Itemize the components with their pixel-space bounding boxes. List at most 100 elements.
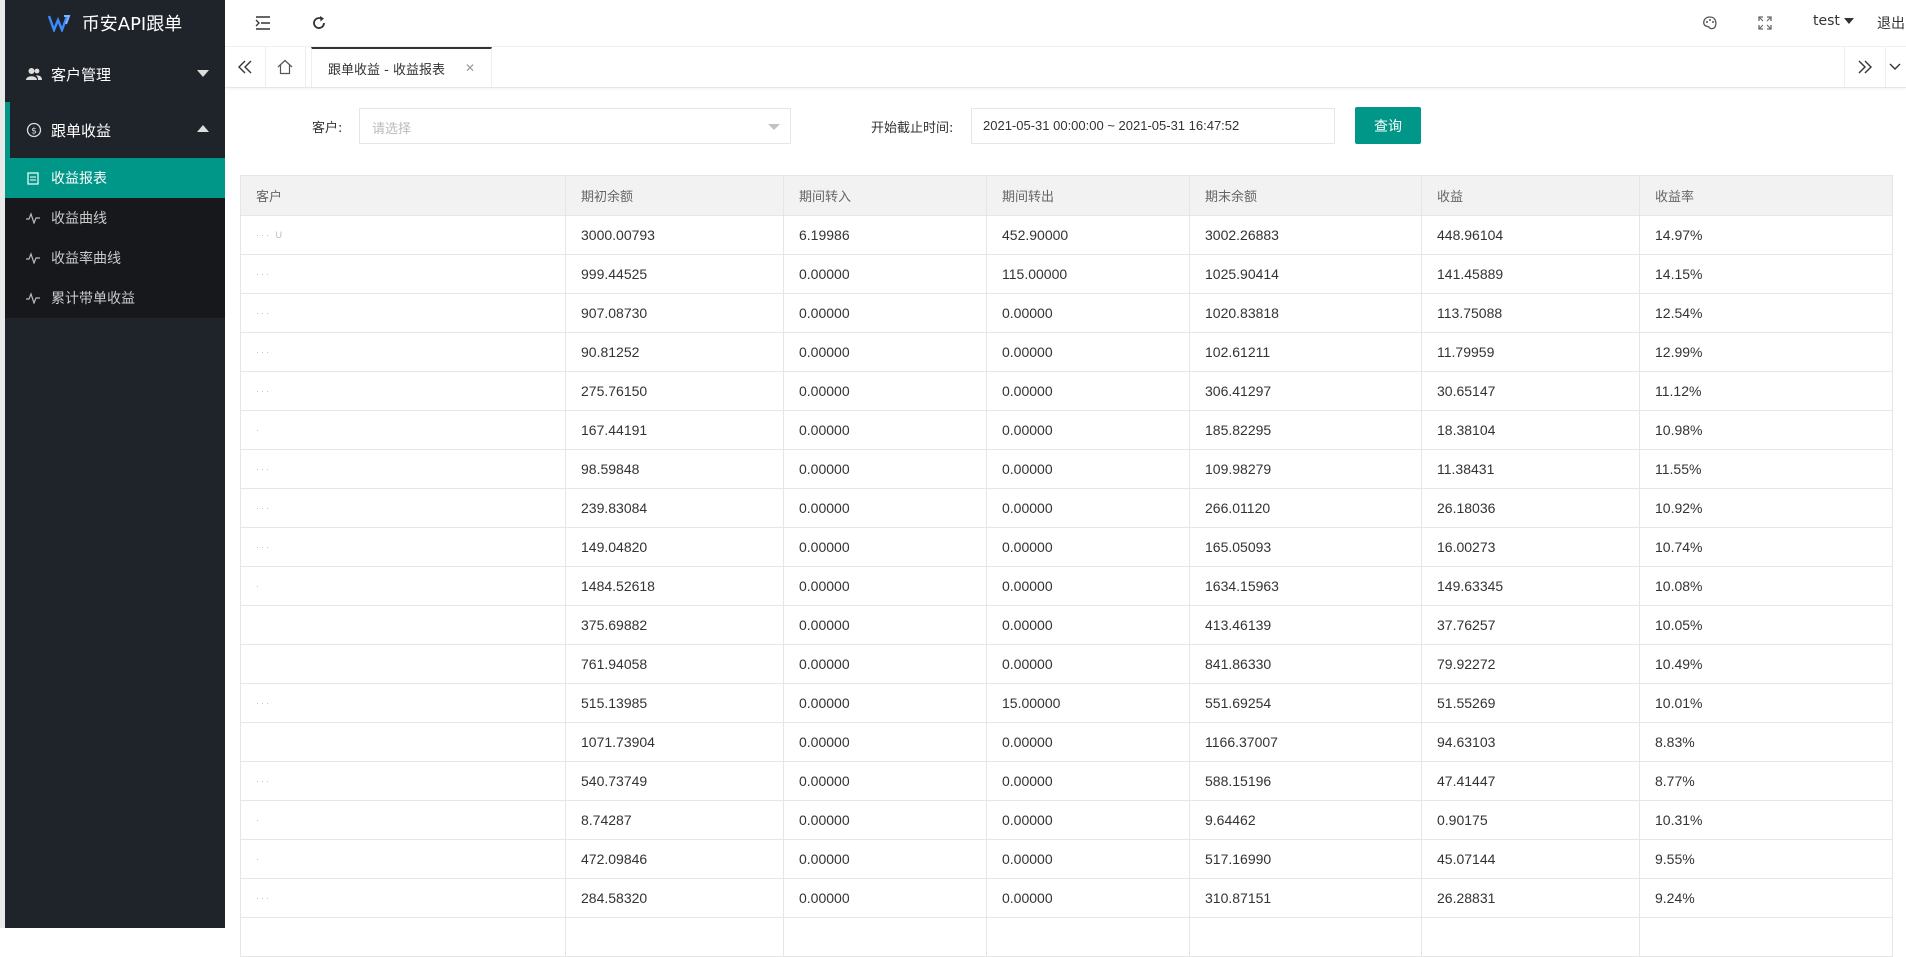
table-cell: 0.00000: [783, 839, 987, 879]
sidebar-item-income-report[interactable]: 收益报表: [5, 158, 225, 198]
table-cell: 0.00000: [986, 566, 1190, 606]
table-cell: 79.92272: [1421, 644, 1640, 684]
table-cell: 94.63103: [1421, 722, 1640, 762]
theme-palette-icon[interactable]: [1701, 14, 1719, 32]
user-dropdown[interactable]: test: [1813, 13, 1854, 29]
customer-cell: ·: [240, 839, 566, 879]
table-cell: 0.00000: [783, 449, 987, 489]
table-cell: 452.90000: [986, 215, 1190, 255]
customer-cell: ···: [240, 527, 566, 567]
table-cell: 0.00000: [783, 332, 987, 372]
table-cell: [1421, 917, 1640, 957]
table-cell: 0.00000: [783, 761, 987, 801]
table-cell: 472.09846: [565, 839, 784, 879]
table-cell: 10.74%: [1639, 527, 1893, 567]
table-cell: 30.65147: [1421, 371, 1640, 411]
customer-cell: [240, 605, 566, 645]
table-row: ··· 239.83084 0.00000 0.00000 266.01120 26.18…: [240, 488, 1893, 528]
table-cell: 9.64462: [1189, 800, 1422, 840]
customer-cell: ·: [240, 566, 566, 606]
table-cell: 18.38104: [1421, 410, 1640, 450]
menu-copytrade-income[interactable]: $ 跟单收益: [5, 102, 225, 158]
table-row: ··· 515.13985 0.00000 15.00000 551.69254 51.5…: [240, 683, 1893, 723]
menu-fold-icon[interactable]: [254, 14, 272, 32]
sidebar-item-cumulative-income[interactable]: 累计带单收益: [5, 278, 225, 318]
table-cell: 375.69882: [565, 605, 784, 645]
column-header: 期初余额: [565, 175, 784, 216]
table-cell: 3000.00793: [565, 215, 784, 255]
double-chevron-left-icon: [238, 60, 252, 74]
logout-link[interactable]: 退出: [1877, 13, 1905, 33]
table-cell: 165.05093: [1189, 527, 1422, 567]
time-range-input[interactable]: 2021-05-31 00:00:00 ~ 2021-05-31 16:47:5…: [971, 108, 1335, 144]
table-cell: 413.46139: [1189, 605, 1422, 645]
column-header: 期末余额: [1189, 175, 1422, 216]
table-cell: 0.00000: [986, 449, 1190, 489]
table-cell: 1025.90414: [1189, 254, 1422, 294]
tab-label: 跟单收益 - 收益报表: [328, 62, 445, 78]
customer-cell: [240, 917, 566, 957]
table-cell: 275.76150: [565, 371, 784, 411]
table-cell: 0.00000: [986, 605, 1190, 645]
table-cell: 0.00000: [783, 527, 987, 567]
column-header: 收益率: [1639, 175, 1893, 216]
query-button[interactable]: 查询: [1355, 107, 1421, 144]
tabs-scroll-right-button[interactable]: [1844, 47, 1886, 87]
table-cell: 102.61211: [1189, 332, 1422, 372]
table-cell: 16.00273: [1421, 527, 1640, 567]
caret-down-icon: [1843, 18, 1854, 24]
column-header: 客户: [240, 175, 566, 216]
tabs-menu-button[interactable]: [1884, 47, 1906, 87]
table-row: ··· 540.73749 0.00000 0.00000 588.15196 47.41…: [240, 761, 1893, 801]
dollar-circle-icon: $: [25, 121, 43, 139]
time-range-label: 开始截止时间:: [871, 121, 954, 136]
chevron-down-icon: [197, 70, 209, 77]
table-row: ··· 90.81252 0.00000 0.00000 102.61211 11.799…: [240, 332, 1893, 372]
table-header-row: 客户 期初余额 期间转入 期间转出 期末余额 收益 收益率: [240, 175, 1893, 216]
customer-select[interactable]: 请选择: [359, 108, 791, 144]
table-cell: 841.86330: [1189, 644, 1422, 684]
table-cell: 141.45889: [1421, 254, 1640, 294]
customer-label: 客户:: [312, 121, 343, 136]
table-cell: 11.12%: [1639, 371, 1893, 411]
sidebar-item-label: 收益曲线: [51, 211, 107, 227]
menu-label: 客户管理: [51, 65, 112, 84]
sidebar-item-income-curve[interactable]: 收益曲线: [5, 198, 225, 238]
app-logo[interactable]: 币安API跟单: [5, 0, 225, 46]
table-cell: 12.54%: [1639, 293, 1893, 333]
table-cell: 540.73749: [565, 761, 784, 801]
table-cell: 0.00000: [986, 839, 1190, 879]
customer-cell: [240, 644, 566, 684]
customer-cell: ·: [240, 800, 566, 840]
table-cell: 1020.83818: [1189, 293, 1422, 333]
tabs-scroll-left-button[interactable]: [225, 47, 266, 87]
table-cell: 149.63345: [1421, 566, 1640, 606]
income-report-table: 客户 期初余额 期间转入 期间转出 期末余额 收益 收益率 ··· U 3000.00793 6…: [240, 175, 1893, 957]
dropdown-arrow-icon: [768, 124, 780, 130]
close-icon[interactable]: ✕: [465, 61, 475, 75]
table-row: · 167.44191 0.00000 0.00000 185.82295 18.3810…: [240, 410, 1893, 450]
top-header: test 退出: [225, 0, 1906, 47]
customer-cell: ···: [240, 293, 566, 333]
pulse-icon: [25, 212, 41, 224]
table-row: ··· U 3000.00793 6.19986 452.90000 3002.2688…: [240, 215, 1893, 255]
menu-customer-management[interactable]: 客户管理: [5, 46, 225, 102]
table-cell: 10.98%: [1639, 410, 1893, 450]
table-cell: 284.58320: [565, 878, 784, 918]
table-cell: 0.00000: [986, 293, 1190, 333]
table-cell: 0.00000: [986, 800, 1190, 840]
menu-label: 跟单收益: [51, 121, 112, 140]
sidebar-item-rate-curve[interactable]: 收益率曲线: [5, 238, 225, 278]
table-cell: 0.00000: [783, 566, 987, 606]
table-cell: 0.00000: [783, 410, 987, 450]
tab-income-report[interactable]: 跟单收益 - 收益报表 ✕: [311, 47, 493, 87]
double-chevron-right-icon: [1858, 60, 1872, 74]
fullscreen-icon[interactable]: [1756, 14, 1774, 32]
refresh-icon[interactable]: [310, 14, 328, 32]
svg-text:$: $: [31, 127, 37, 137]
chevron-down-icon: [1889, 63, 1901, 70]
table-cell: 0.00000: [783, 488, 987, 528]
home-tab-button[interactable]: [265, 47, 306, 87]
home-icon: [277, 59, 293, 75]
table-cell: 47.41447: [1421, 761, 1640, 801]
